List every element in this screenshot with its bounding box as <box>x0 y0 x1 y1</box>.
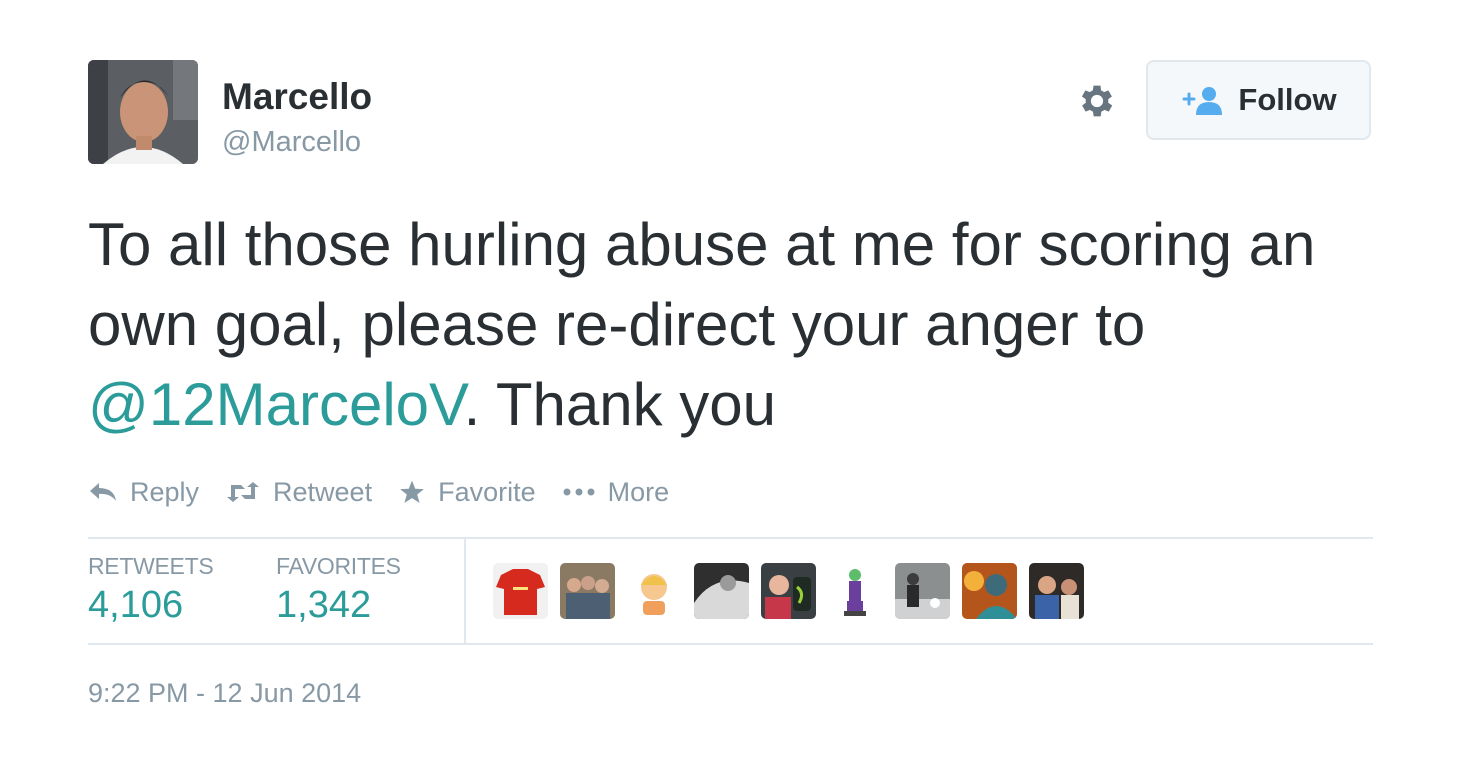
avatar[interactable] <box>88 60 198 164</box>
more-button[interactable]: More <box>562 476 670 508</box>
tweet-text-tail: . Thank you <box>463 371 776 438</box>
more-label: More <box>607 476 670 507</box>
retweet-icon <box>225 481 261 503</box>
tweet-header: Marcello @Marcello Follow <box>88 60 1373 170</box>
favorites-count: 1,342 <box>276 584 372 626</box>
favoriter-avatar[interactable] <box>895 563 950 619</box>
user-display-name[interactable]: Marcello <box>222 76 372 118</box>
favoriter-avatar[interactable] <box>560 563 615 619</box>
favoriter-avatar[interactable] <box>761 563 816 619</box>
retweets-count: 4,106 <box>88 584 184 626</box>
retweets-stat[interactable]: RETWEETS 4,106 <box>88 553 214 627</box>
favoriter-avatar[interactable] <box>962 563 1017 619</box>
stats-separator <box>464 539 466 643</box>
reply-label: Reply <box>130 476 200 507</box>
gear-icon[interactable] <box>1076 80 1118 122</box>
favorite-label: Favorite <box>438 476 536 507</box>
user-handle[interactable]: @Marcello <box>222 126 361 159</box>
retweet-label: Retweet <box>273 476 373 507</box>
divider <box>88 537 1373 539</box>
favoriter-avatar[interactable] <box>828 563 883 619</box>
reply-icon <box>88 481 118 503</box>
tweet-actions: Reply Retweet Favorite More <box>88 472 695 512</box>
more-dots-icon <box>562 487 596 497</box>
favorites-label: FAVORITES <box>276 553 401 579</box>
favorite-button[interactable]: Favorite <box>398 477 536 508</box>
add-user-icon <box>1180 85 1226 115</box>
favoriter-avatar[interactable] <box>627 563 682 619</box>
follow-button[interactable]: Follow <box>1146 60 1371 140</box>
star-icon <box>398 479 426 505</box>
favoriter-avatar[interactable] <box>1029 563 1084 619</box>
retweets-label: RETWEETS <box>88 553 214 579</box>
retweet-button[interactable]: Retweet <box>225 477 372 508</box>
divider <box>88 643 1373 645</box>
tweet-timestamp[interactable]: 9:22 PM - 12 Jun 2014 <box>88 678 361 709</box>
favoriter-avatar[interactable] <box>493 563 548 619</box>
favoriter-avatar[interactable] <box>694 563 749 619</box>
follow-button-label: Follow <box>1238 82 1337 117</box>
tweet-text-body: To all those hurling abuse at me for sco… <box>88 211 1316 358</box>
reply-button[interactable]: Reply <box>88 477 199 508</box>
favoriter-avatars <box>493 563 1084 619</box>
favorites-stat[interactable]: FAVORITES 1,342 <box>276 553 401 627</box>
tweet-text: To all those hurling abuse at me for sco… <box>88 205 1373 445</box>
tweet-card: Marcello @Marcello Follow To all those h… <box>88 60 1373 708</box>
mention-link[interactable]: @12MarceloV <box>88 371 464 438</box>
